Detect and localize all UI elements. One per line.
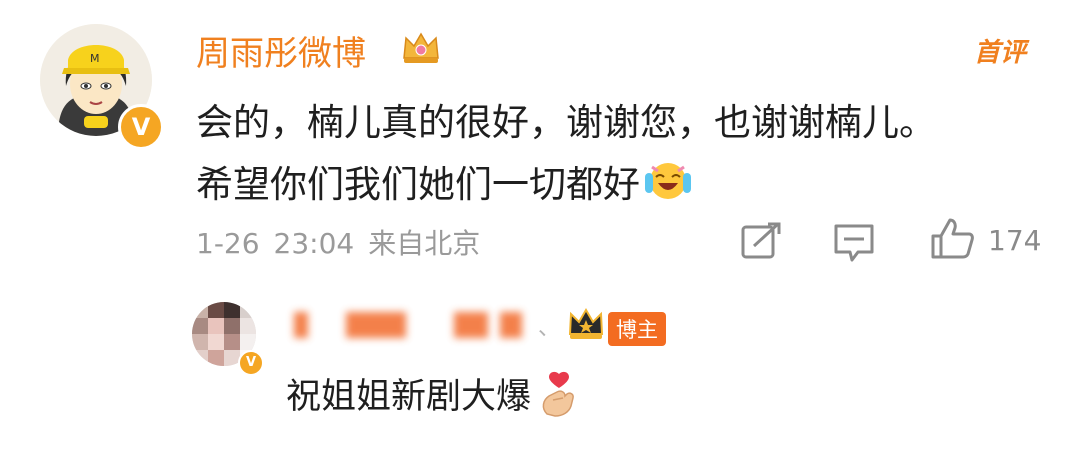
svg-text:M: M (90, 52, 100, 65)
reply-text: 祝姐姐新剧大爆 (286, 377, 532, 417)
laughing-tears-icon (645, 163, 691, 199)
reply-separator: 、 (538, 316, 561, 341)
reply-text-wrap: 祝姐姐新剧大爆 (286, 368, 581, 419)
verified-badge-icon: V (118, 104, 164, 150)
comment-meta: 1-26 23:04 来自北京 (196, 222, 494, 262)
comment-location: 来自北京 (368, 227, 481, 260)
owner-crown-icon (568, 308, 604, 339)
comment-date: 1-26 (196, 227, 260, 260)
first-comment-badge: 首评 (973, 38, 1026, 68)
comment-text-line2: 希望你们我们她们一切都好 (196, 163, 640, 206)
comment-text-line1: 会的，楠儿真的很好，谢谢您，也谢谢楠儿。 (196, 101, 936, 144)
comment-username[interactable]: 周雨彤微博 (196, 26, 366, 75)
like-icon[interactable] (930, 216, 976, 260)
repost-icon[interactable] (740, 222, 782, 262)
owner-badge: 博主 (608, 312, 666, 346)
comment-icon[interactable] (832, 222, 876, 264)
comment-text: 会的，楠儿真的很好，谢谢您，也谢谢楠儿。 希望你们我们她们一切都好 (196, 92, 1036, 216)
comment-text-line2-wrap: 希望你们我们她们一切都好 (196, 154, 1036, 216)
like-count: 174 (988, 224, 1042, 257)
reply-verified-badge-icon: V (238, 350, 264, 376)
finger-heart-icon (542, 371, 574, 417)
comment-time: 23:04 (273, 227, 355, 260)
vip-crown-icon (403, 32, 439, 63)
